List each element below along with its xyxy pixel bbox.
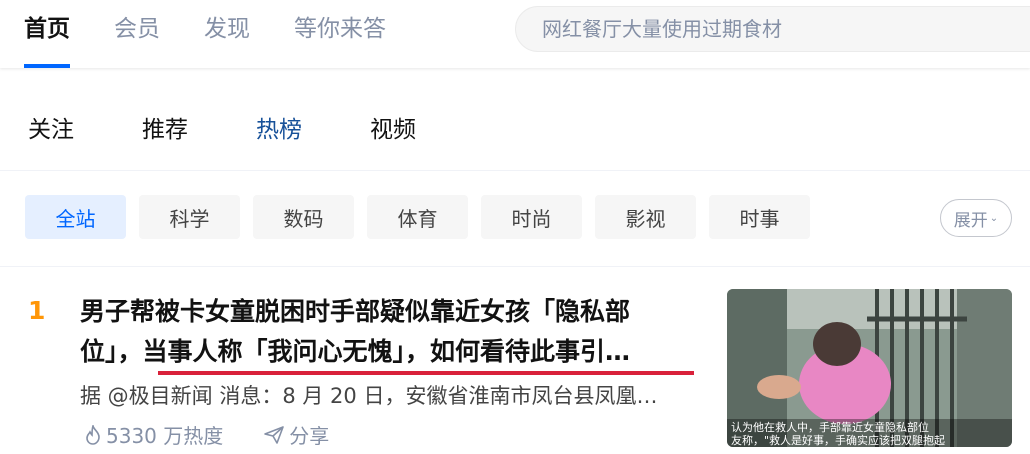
chip-digital[interactable]: 数码 bbox=[253, 195, 354, 239]
chip-sports[interactable]: 体育 bbox=[367, 195, 468, 239]
search-box[interactable] bbox=[515, 6, 1030, 52]
heat-metric: 5330 万热度 bbox=[84, 420, 223, 449]
flame-icon bbox=[86, 424, 100, 445]
heat-value: 5330 万热度 bbox=[106, 424, 224, 448]
search-input[interactable] bbox=[542, 17, 1022, 41]
chip-fashion[interactable]: 时尚 bbox=[481, 195, 582, 239]
divider bbox=[0, 266, 1030, 267]
title-line-2: 位」，当事人称「我问心无愧」，如何看待此事引… bbox=[80, 337, 631, 366]
tab-follow[interactable]: 关注 bbox=[28, 110, 142, 144]
expand-button[interactable]: 展开 ⌄ bbox=[940, 199, 1012, 237]
thumbnail-caption-2: 友称，"救人是好事，手确实应该把双腿抱起 bbox=[731, 433, 945, 447]
thumbnail-image: 认为他在救人中，手部靠近女童隐私部位 友称，"救人是好事，手确实应该把双腿抱起 bbox=[727, 289, 1012, 447]
top-tab-discover[interactable]: 发现 bbox=[204, 14, 250, 54]
sub-nav: 关注 推荐 热榜 视频 bbox=[28, 110, 484, 144]
chip-current-affairs[interactable]: 时事 bbox=[709, 195, 810, 239]
tab-recommend[interactable]: 推荐 bbox=[142, 110, 256, 144]
hot-item-title[interactable]: 男子帮被卡女童脱困时手部疑似靠近女孩「隐私部 位」，当事人称「我问心无愧」，如何… bbox=[80, 292, 705, 372]
share-icon bbox=[264, 425, 285, 444]
top-header: 首页 会员 发现 等你来答 bbox=[0, 0, 1030, 68]
thumbnail-caption-1: 认为他在救人中，手部靠近女童隐私部位 bbox=[731, 420, 929, 434]
title-line-1: 男子帮被卡女童脱困时手部疑似靠近女孩「隐私部 bbox=[80, 297, 631, 326]
hot-item-thumbnail[interactable]: 认为他在救人中，手部靠近女童隐私部位 友称，"救人是好事，手确实应该把双腿抱起 bbox=[727, 289, 1012, 447]
top-tab-waiting-answers[interactable]: 等你来答 bbox=[294, 14, 386, 54]
chip-science[interactable]: 科学 bbox=[139, 195, 240, 239]
chip-film[interactable]: 影视 bbox=[595, 195, 696, 239]
top-tab-member[interactable]: 会员 bbox=[114, 14, 160, 54]
chip-all[interactable]: 全站 bbox=[25, 195, 126, 239]
top-nav: 首页 会员 发现 等你来答 bbox=[24, 14, 430, 68]
expand-label: 展开 bbox=[953, 210, 988, 231]
share-label: 分享 bbox=[289, 424, 330, 448]
red-underline-annotation bbox=[158, 371, 694, 375]
share-button[interactable]: 分享 bbox=[263, 420, 329, 449]
tab-hot-list[interactable]: 热榜 bbox=[256, 110, 370, 144]
divider bbox=[0, 170, 1030, 171]
hot-item-excerpt[interactable]: 据 @极目新闻 消息：8 月 20 日，安徽省淮南市凤台县凤凰… bbox=[80, 380, 700, 412]
top-tab-home[interactable]: 首页 bbox=[24, 14, 70, 68]
rank-number: 1 bbox=[28, 296, 46, 325]
chevron-down-icon: ⌄ bbox=[989, 212, 999, 224]
tab-video[interactable]: 视频 bbox=[370, 110, 484, 144]
category-chips: 全站 科学 数码 体育 时尚 影视 时事 bbox=[25, 195, 823, 239]
hot-item-meta: 5330 万热度 分享 bbox=[84, 420, 329, 449]
